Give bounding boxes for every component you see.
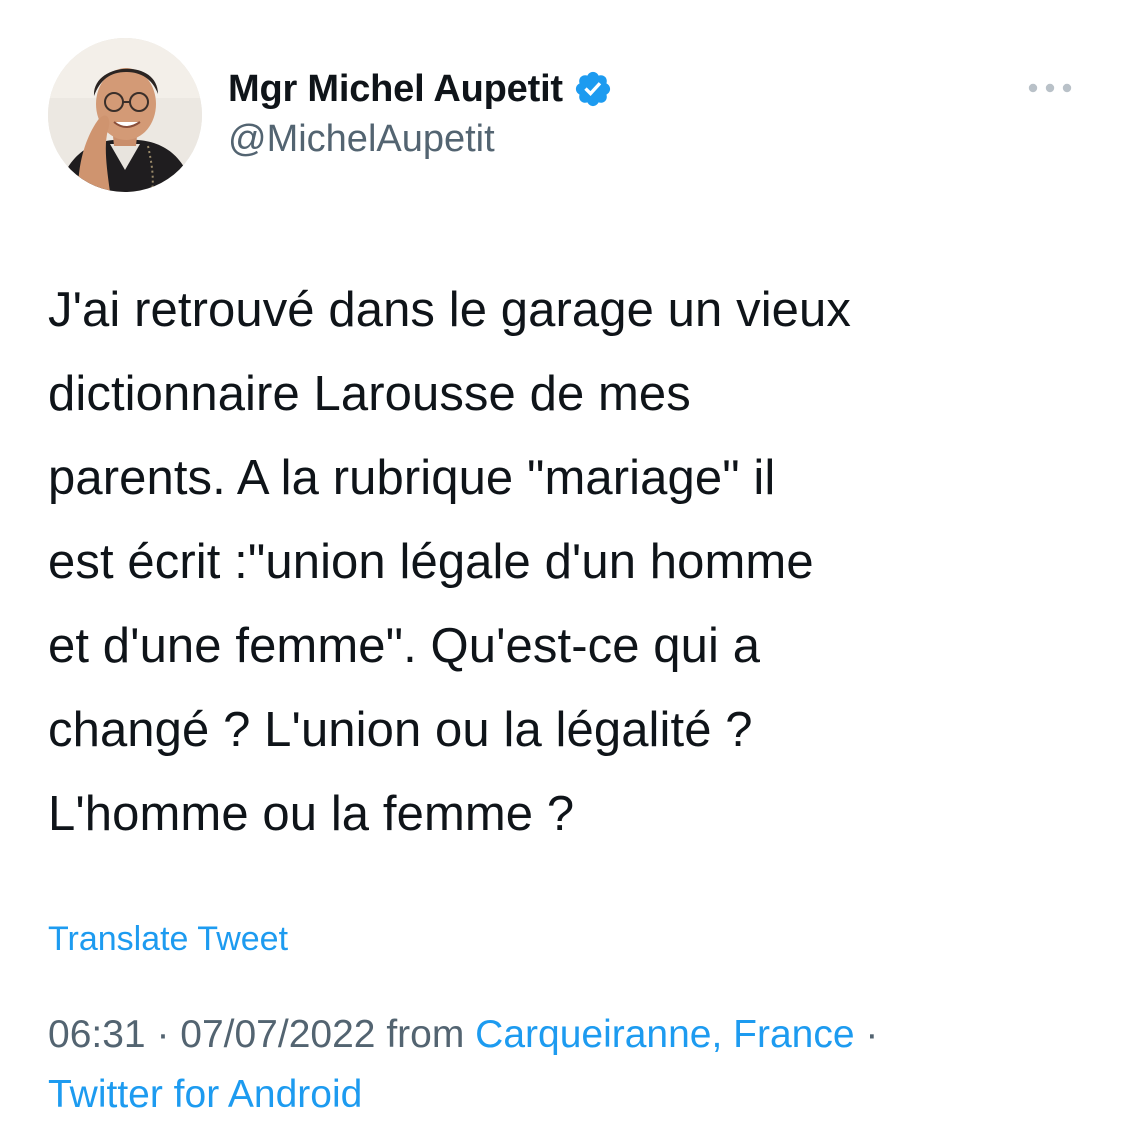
- avatar[interactable]: [48, 38, 202, 192]
- tweet-source-row: Twitter for Android: [48, 1070, 362, 1120]
- more-dots-icon: [1028, 83, 1072, 93]
- tweet-text: J'ai retrouvé dans le garage un vieux di…: [48, 283, 851, 841]
- tweet-time[interactable]: 06:31: [48, 1013, 146, 1056]
- tweet-source-link[interactable]: Twitter for Android: [48, 1073, 362, 1116]
- tweet-date[interactable]: 07/07/2022: [180, 1013, 375, 1056]
- tweet-card: Mgr Michel Aupetit @MichelAupetit J'ai r…: [0, 0, 1125, 1145]
- tweet-location-link[interactable]: Carqueiranne, France: [475, 1013, 854, 1056]
- author-handle[interactable]: @MichelAupetit: [228, 118, 495, 161]
- tweet-meta: 06:31 · 07/07/2022 from Carqueiranne, Fr…: [48, 1010, 878, 1060]
- more-options-button[interactable]: [1022, 70, 1078, 106]
- meta-separator-2: ·: [854, 1013, 879, 1056]
- translate-tweet-link[interactable]: Translate Tweet: [48, 920, 288, 959]
- meta-separator: ·: [145, 1013, 181, 1056]
- verified-badge-icon: [573, 69, 613, 109]
- avatar-photo-icon: [48, 38, 202, 192]
- from-label: from: [375, 1013, 476, 1056]
- author-name-row: Mgr Michel Aupetit: [228, 64, 613, 114]
- author-display-name[interactable]: Mgr Michel Aupetit: [228, 68, 563, 111]
